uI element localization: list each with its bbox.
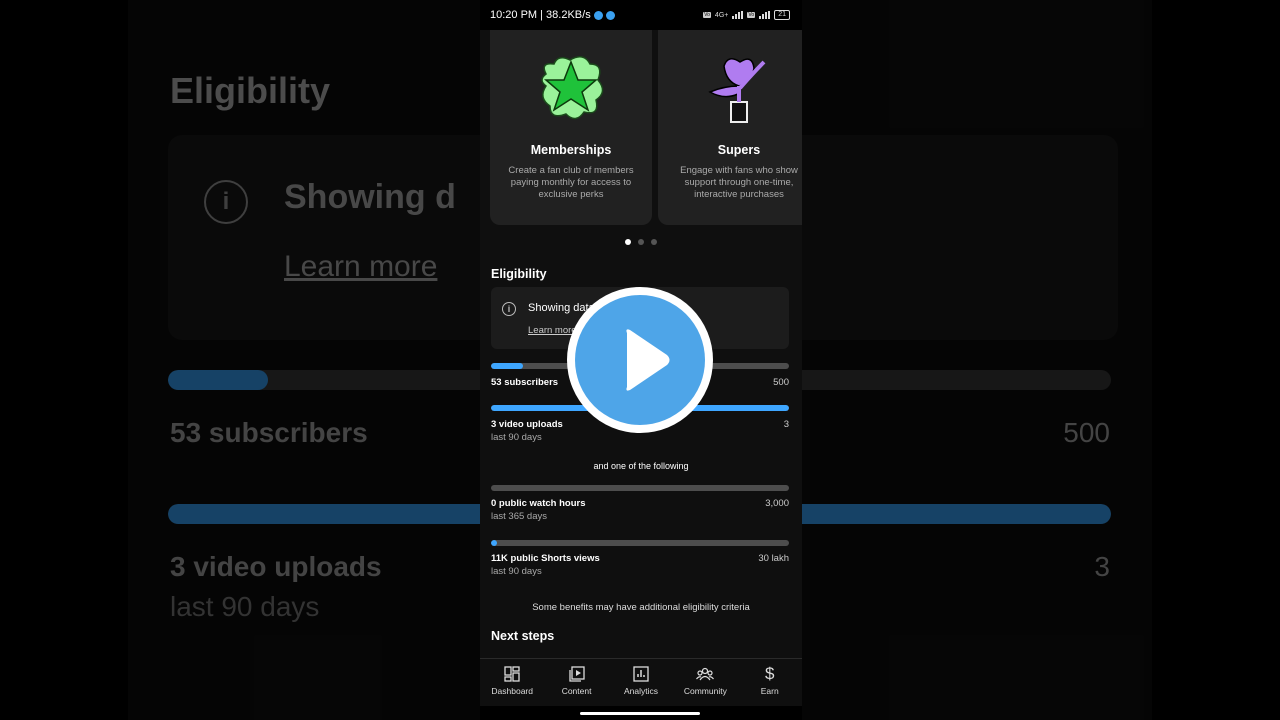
nav-label: Community <box>683 686 727 696</box>
eligibility-footnote: Some benefits may have additional eligib… <box>532 602 750 613</box>
nav-dashboard[interactable]: Dashboard <box>482 665 542 706</box>
nav-earn[interactable]: $ Earn <box>740 664 800 706</box>
status-time-speed: 10:20 PM | 38.2KB/s <box>490 9 591 21</box>
play-button[interactable] <box>567 287 713 433</box>
shorts-views-label: 11K public Shorts views <box>491 553 600 564</box>
learn-more-link[interactable]: Learn more <box>528 325 577 336</box>
carousel-pager[interactable] <box>480 239 802 245</box>
community-icon <box>696 665 715 683</box>
nav-content[interactable]: Content <box>547 665 607 706</box>
telegram-icon <box>593 10 603 20</box>
nav-analytics[interactable]: Analytics <box>611 665 671 706</box>
network-type: 4G+ <box>714 11 729 19</box>
content-icon <box>568 665 586 683</box>
nav-label: Earn <box>760 686 779 696</box>
dollar-icon: $ <box>765 664 775 683</box>
dashboard-icon <box>503 665 521 683</box>
play-icon <box>626 329 670 391</box>
shorts-views-progress-bar <box>491 540 789 546</box>
card-description: Engage with fans who show support throug… <box>680 165 798 200</box>
watch-hours-target: 3,000 <box>765 498 789 509</box>
uploads-target: 3 <box>783 419 789 430</box>
nav-label: Analytics <box>623 686 658 696</box>
watch-hours-progress-bar <box>491 485 789 491</box>
signal-icon <box>732 11 744 19</box>
watch-hours-label: 0 public watch hours <box>491 498 586 509</box>
shorts-views-target: 30 lakh <box>758 553 789 564</box>
info-icon: i <box>502 302 516 316</box>
pager-dot[interactable] <box>638 239 644 245</box>
card-title: Memberships <box>530 143 612 157</box>
volte-icon-2: Vo <box>747 12 756 18</box>
pager-dot-active[interactable] <box>625 239 631 245</box>
message-icon <box>605 10 615 20</box>
home-indicator[interactable] <box>580 712 700 715</box>
analytics-icon <box>632 665 650 683</box>
memberships-card[interactable]: Memberships Create a fan club of members… <box>490 30 652 225</box>
bottom-navigation: Dashboard Content Analytics Community $ … <box>480 658 802 706</box>
shorts-views-sub: last 90 days <box>491 566 542 577</box>
nav-label: Dashboard <box>491 686 533 696</box>
subscribers-label: 53 subscribers <box>491 377 559 388</box>
benefits-carousel[interactable]: Memberships Create a fan club of members… <box>490 30 802 225</box>
next-steps-title: Next steps <box>491 629 555 643</box>
nav-label: Content <box>561 686 592 696</box>
alternatives-separator: and one of the following <box>593 461 689 471</box>
star-badge-illustration-icon <box>541 56 604 120</box>
uploads-label: 3 video uploads <box>491 419 563 430</box>
watch-hours-sub: last 365 days <box>491 511 547 522</box>
battery-icon: 21 <box>774 10 790 20</box>
uploads-sub: last 90 days <box>491 432 542 443</box>
card-title: Supers <box>717 143 761 157</box>
pager-dot[interactable] <box>651 239 657 245</box>
status-bar: 10:20 PM | 38.2KB/s Vo 4G+ Vo 21 <box>480 0 802 30</box>
subscribers-target: 500 <box>773 377 789 388</box>
nav-community[interactable]: Community <box>675 665 735 706</box>
card-description: Create a fan club of members paying mont… <box>508 165 634 200</box>
volte-icon: Vo <box>703 12 711 18</box>
signal-icon-2 <box>759 11 771 19</box>
heart-plant-illustration-icon <box>708 58 766 123</box>
supers-card[interactable]: Supers Engage with fans who show support… <box>658 30 802 225</box>
eligibility-title: Eligibility <box>491 267 547 281</box>
